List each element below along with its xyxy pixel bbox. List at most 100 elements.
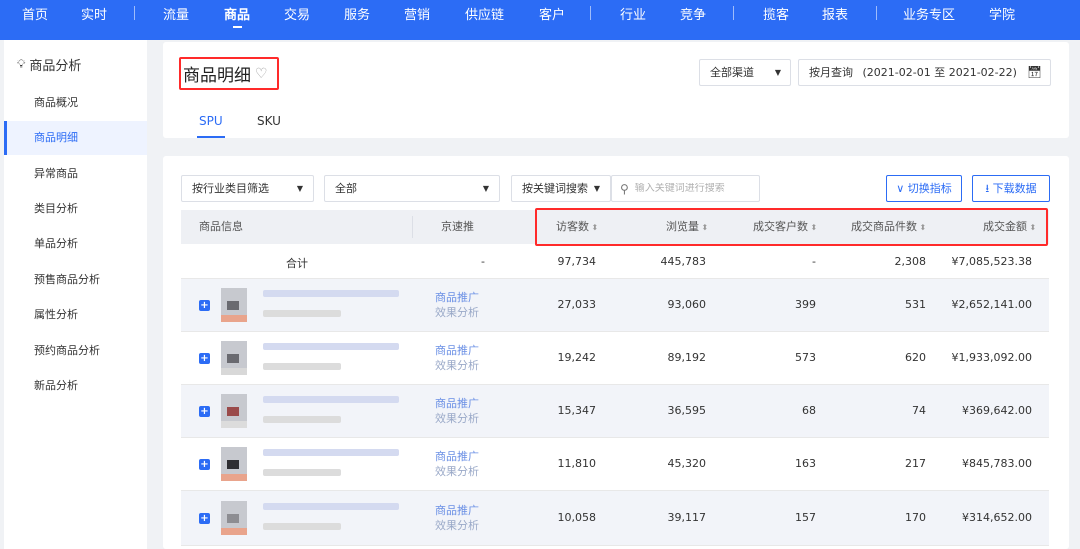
sidebar-item-abnormal[interactable]: 异常商品	[4, 157, 147, 191]
tab-sku[interactable]: SKU	[257, 114, 281, 128]
category-select[interactable]: 全部 ▼	[324, 175, 500, 202]
total-label: 合计	[286, 257, 308, 270]
total-customers: -	[812, 255, 816, 268]
top-nav: 首页 实时 流量 商品 交易 服务 营销 供应链 客户 行业 竞争 揽客 报表 …	[0, 0, 1080, 40]
search-icon: ⚲	[620, 181, 629, 196]
nav-competition[interactable]: 竞争	[680, 4, 706, 23]
nav-products[interactable]: 商品	[224, 4, 250, 28]
product-sku-blurred	[263, 363, 341, 370]
table-card: 按行业类目筛选 ▼ 全部 ▼ 按关键词搜索 ▼ ⚲ ∨ 切换指标 ⭳ 下载数据 …	[163, 156, 1069, 549]
cell-visitors: 10,058	[557, 511, 597, 524]
nav-business-zone[interactable]: 业务专区	[903, 4, 955, 23]
effect-analysis-link[interactable]: 效果分析	[435, 411, 479, 426]
col-items[interactable]: 成交商品件数	[851, 210, 926, 244]
expand-icon[interactable]: +	[199, 353, 210, 364]
column-divider	[412, 216, 413, 238]
nav-industry[interactable]: 行业	[620, 4, 646, 23]
cell-pageviews: 39,117	[667, 511, 707, 524]
effect-analysis-link[interactable]: 效果分析	[435, 518, 479, 533]
cell-amount: ¥1,933,092.00	[951, 351, 1032, 364]
industry-filter-select[interactable]: 按行业类目筛选 ▼	[181, 175, 314, 202]
cell-amount: ¥314,652.00	[962, 511, 1032, 524]
promo-link[interactable]: 商品推广	[435, 343, 479, 358]
cell-items: 217	[905, 457, 926, 470]
channel-select[interactable]: 全部渠道 ▼	[699, 59, 791, 86]
promo-link[interactable]: 商品推广	[435, 396, 479, 411]
table-row: + 商品推广 效果分析 15,347 36,595 68 74 ¥369,642…	[181, 385, 1049, 438]
expand-icon[interactable]: +	[199, 459, 210, 470]
cell-customers: 163	[795, 457, 816, 470]
effect-analysis-link[interactable]: 效果分析	[435, 305, 479, 320]
nav-separator	[733, 6, 734, 20]
heart-icon[interactable]: ♡	[255, 66, 268, 82]
switch-metrics-button[interactable]: ∨ 切换指标	[886, 175, 962, 202]
nav-supply-chain[interactable]: 供应链	[465, 4, 504, 23]
tab-spu[interactable]: SPU	[197, 114, 225, 138]
sidebar-item-category-analysis[interactable]: 类目分析	[4, 192, 147, 226]
cell-visitors: 19,242	[557, 351, 597, 364]
sidebar-item-presale-analysis[interactable]: 预售商品分析	[4, 263, 147, 297]
switch-metrics-label: 切换指标	[907, 182, 952, 195]
download-button[interactable]: ⭳ 下载数据	[972, 175, 1050, 202]
cell-items: 74	[912, 404, 926, 417]
promo-link[interactable]: 商品推广	[435, 503, 479, 518]
total-visitors: 97,734	[557, 255, 597, 268]
date-range-text: (2021-02-01 至 2021-02-22)	[862, 66, 1017, 79]
cell-pageviews: 45,320	[667, 457, 707, 470]
promo-link[interactable]: 商品推广	[435, 290, 479, 305]
table-row: + 商品推广 效果分析 27,033 93,060 399 531 ¥2,652…	[181, 279, 1049, 332]
product-name-blurred	[263, 449, 399, 456]
keyword-mode-select[interactable]: 按关键词搜索 ▼	[511, 175, 611, 202]
col-customers[interactable]: 成交客户数	[753, 210, 817, 244]
sidebar-item-new-product-analysis[interactable]: 新品分析	[4, 369, 147, 403]
col-amount[interactable]: 成交金额	[983, 210, 1036, 244]
nav-realtime[interactable]: 实时	[81, 4, 107, 23]
sidebar-item-attribute-analysis[interactable]: 属性分析	[4, 298, 147, 332]
promo-links: 商品推广 效果分析	[435, 503, 479, 533]
cell-visitors: 15,347	[557, 404, 597, 417]
nav-transactions[interactable]: 交易	[284, 4, 310, 23]
date-mode-label: 按月查询	[809, 66, 853, 79]
search-input[interactable]	[634, 183, 755, 194]
effect-analysis-link[interactable]: 效果分析	[435, 358, 479, 373]
nav-customers[interactable]: 客户	[539, 4, 565, 23]
title-highlight: 商品明细 ♡	[179, 57, 279, 90]
sidebar-item-detail[interactable]: 商品明细	[4, 121, 147, 155]
sidebar-item-overview[interactable]: 商品概况	[4, 86, 147, 120]
nav-home[interactable]: 首页	[22, 4, 48, 23]
cell-pageviews: 36,595	[667, 404, 707, 417]
product-thumbnail	[221, 341, 247, 375]
promo-links: 商品推广 效果分析	[435, 396, 479, 426]
category-select-value: 全部	[335, 182, 357, 195]
effect-analysis-link[interactable]: 效果分析	[435, 464, 479, 479]
chevron-down-icon: ∨	[896, 182, 905, 195]
caret-down-icon: ▼	[296, 184, 303, 193]
caret-down-icon: ▼	[482, 184, 489, 193]
cell-items: 531	[905, 298, 926, 311]
header-card: 商品明细 ♡ 全部渠道 ▼ 按月查询 (2021-02-01 至 2021-02…	[163, 42, 1069, 138]
keyword-mode-label: 按关键词搜索	[522, 182, 588, 195]
expand-icon[interactable]: +	[199, 406, 210, 417]
cell-amount: ¥369,642.00	[962, 404, 1032, 417]
nav-acquisition[interactable]: 揽客	[763, 4, 789, 23]
col-pageviews[interactable]: 浏览量	[666, 210, 708, 244]
sidebar-item-single-analysis[interactable]: 单品分析	[4, 227, 147, 261]
expand-icon[interactable]: +	[199, 513, 210, 524]
nav-reports[interactable]: 报表	[822, 4, 848, 23]
cell-customers: 573	[795, 351, 816, 364]
download-label: 下载数据	[992, 182, 1037, 195]
date-range-picker[interactable]: 按月查询 (2021-02-01 至 2021-02-22) 📅︎	[798, 59, 1051, 86]
product-thumbnail	[221, 447, 247, 481]
nav-service[interactable]: 服务	[344, 4, 370, 23]
sidebar-item-reservation-analysis[interactable]: 预约商品分析	[4, 334, 147, 368]
promo-links: 商品推广 效果分析	[435, 449, 479, 479]
col-visitors[interactable]: 访客数	[556, 210, 598, 244]
promo-link[interactable]: 商品推广	[435, 449, 479, 464]
nav-traffic[interactable]: 流量	[163, 4, 189, 23]
product-name-blurred	[263, 396, 399, 403]
expand-icon[interactable]: +	[199, 300, 210, 311]
nav-marketing[interactable]: 营销	[404, 4, 430, 23]
cell-pageviews: 93,060	[667, 298, 707, 311]
product-sku-blurred	[263, 469, 341, 476]
nav-academy[interactable]: 学院	[989, 4, 1015, 23]
